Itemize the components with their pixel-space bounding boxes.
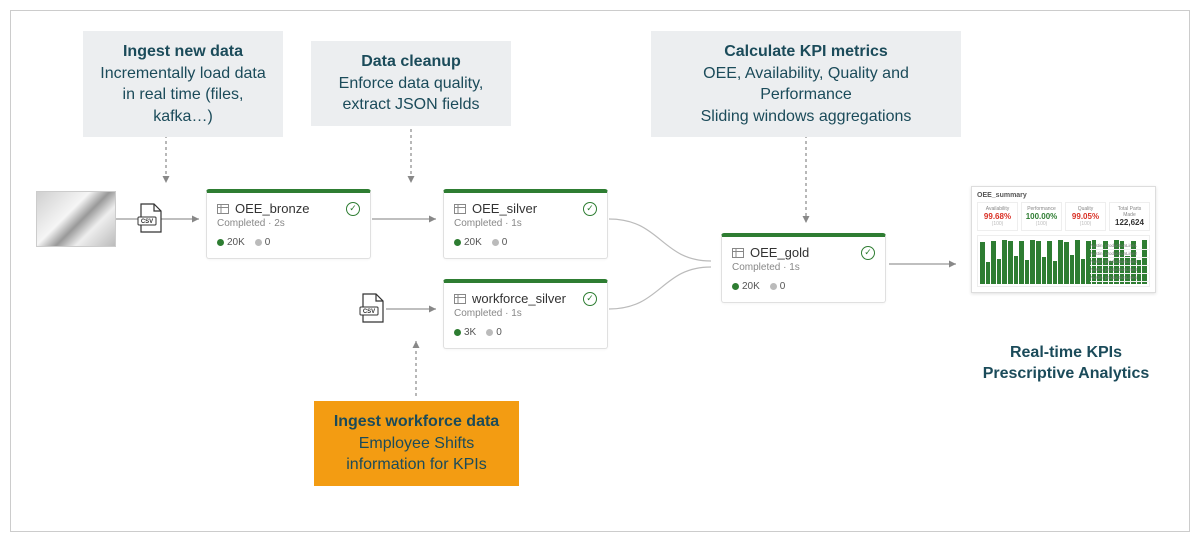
task-count-grey: 0 [780,281,786,292]
svg-text:CSV: CSV [141,219,153,225]
callout-title: Data cleanup [325,51,497,73]
task-status: Completed · 2s [217,218,360,229]
callout-cleanup: Data cleanup Enforce data quality, extra… [311,41,511,126]
task-status: Completed · 1s [454,218,597,229]
callout-desc-line2: Sliding windows aggregations [665,106,947,128]
task-card-workforce: workforce_silver ✓ Completed · 1s 3K 0 [443,279,608,349]
task-card-bronze: OEE_bronze ✓ Completed · 2s 20K 0 [206,189,371,259]
table-icon [454,204,466,214]
task-count-green: 3K [464,327,476,338]
callout-desc: Employee Shifts information for KPIs [328,433,505,476]
task-name: workforce_silver [472,291,566,306]
callout-title: Ingest new data [97,41,269,63]
task-count-grey: 0 [502,237,508,248]
dashboard-preview: OEE_summary Availability 99.68% (100) Pe… [971,186,1156,293]
success-check-icon: ✓ [583,292,597,306]
csv-file-icon: CSV [137,203,163,233]
callout-kpi: Calculate KPI metrics OEE, Availability,… [651,31,961,137]
callout-title: Ingest workforce data [328,411,505,433]
task-name: OEE_bronze [235,201,309,216]
table-icon [454,294,466,304]
success-check-icon: ✓ [346,202,360,216]
task-status: Completed · 1s [732,262,875,273]
task-card-silver: OEE_silver ✓ Completed · 1s 20K 0 [443,189,608,259]
task-count-green: 20K [742,281,760,292]
task-count-grey: 0 [265,237,271,248]
success-check-icon: ✓ [861,246,875,260]
callout-title: Calculate KPI metrics [665,41,947,63]
csv-file-icon: CSV [359,293,385,323]
source-image [36,191,116,247]
task-count-grey: 0 [496,327,502,338]
task-card-gold: OEE_gold ✓ Completed · 1s 20K 0 [721,233,886,303]
kpi-performance: Performance 100.00% (100) [1021,202,1062,231]
kpi-parts: Total Parts Made 122,624 [1109,202,1150,231]
table-icon [217,204,229,214]
success-check-icon: ✓ [583,202,597,216]
kpi-availability: Availability 99.68% (100) [977,202,1018,231]
task-name: OEE_silver [472,201,537,216]
callout-desc: Enforce data quality, extract JSON field… [325,73,497,116]
diagram-canvas: Ingest new data Incrementally load data … [10,10,1190,532]
svg-text:CSV: CSV [363,309,375,315]
task-count-green: 20K [227,237,245,248]
kpi-quality: Quality 99.05% (100) [1065,202,1106,231]
table-icon [732,248,744,258]
callout-ingest-new: Ingest new data Incrementally load data … [83,31,283,137]
dashboard-title: OEE_summary [977,192,1150,199]
task-status: Completed · 1s [454,308,597,319]
task-count-green: 20K [464,237,482,248]
callout-desc: Incrementally load data in real time (fi… [97,63,269,128]
dashboard-table: Austin productionLine1 Austin production… [1090,242,1150,282]
callout-workforce: Ingest workforce data Employee Shifts in… [314,401,519,486]
output-caption: Real-time KPIs Prescriptive Analytics [971,343,1161,385]
task-name: OEE_gold [750,245,809,260]
callout-desc-line1: OEE, Availability, Quality and Performan… [665,63,947,106]
